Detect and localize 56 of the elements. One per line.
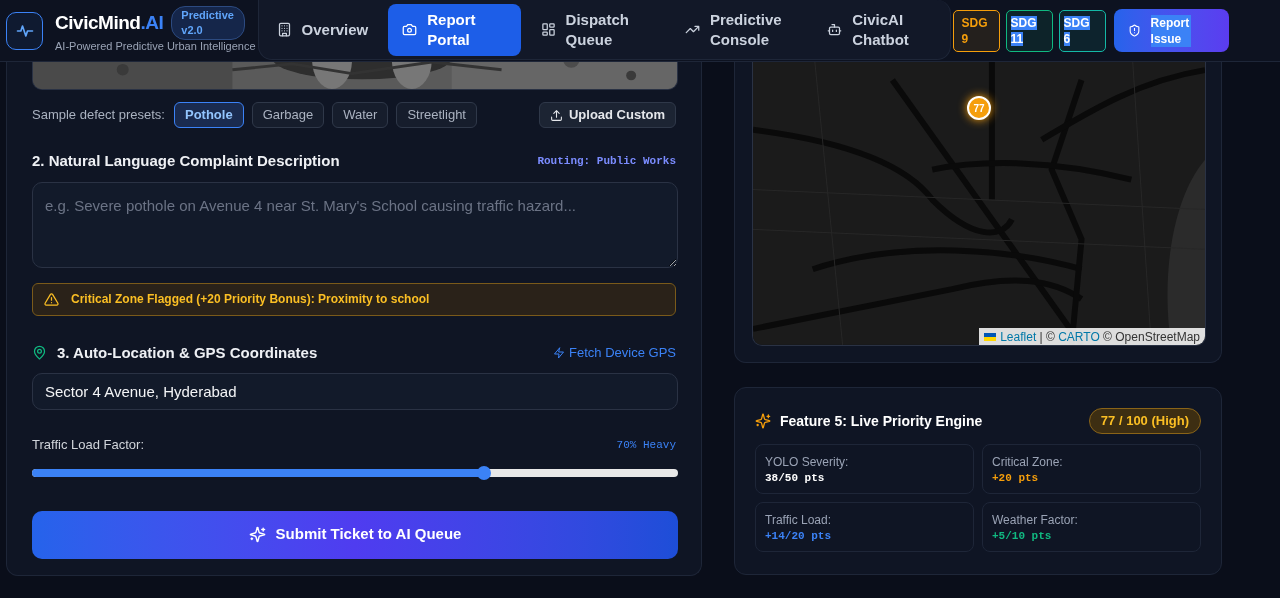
preset-chip[interactable]: Garbage — [251, 102, 325, 128]
sdg-badge: SDG 11 — [1005, 9, 1053, 52]
report-issue-button[interactable]: Report Issue — [1113, 9, 1229, 52]
routing-label: Routing: Public Works — [537, 154, 676, 169]
factor-value: +20 pts — [992, 471, 1040, 486]
slider-reading: 70% Heavy — [616, 437, 676, 453]
lightning-icon — [553, 346, 566, 359]
factor-label: YOLO Severity: — [765, 454, 850, 470]
attribution-text: | © — [1038, 328, 1056, 345]
alert-text: Critical Zone Flagged (+20 Priority Bonus): Proximity to school — [71, 291, 430, 308]
sparkles-icon — [755, 413, 771, 429]
slider-label: Traffic Load Factor: — [32, 436, 144, 454]
building-icon — [276, 22, 292, 37]
gps-link[interactable]: Fetch Device GPS — [553, 343, 676, 363]
nav-tab[interactable]: Predictive Console — [670, 3, 804, 56]
camera-icon — [402, 22, 418, 37]
presets-label: Sample defect presets: — [32, 106, 165, 125]
factor-label: Critical Zone: — [992, 454, 1064, 470]
nav-tab[interactable]: CivicAI Chatbot — [813, 3, 946, 56]
preset-chip[interactable]: Water — [332, 102, 389, 128]
description-field[interactable]: e.g. Severe pothole on Avenue 4 near St. Mary's School causing traffic hazard... — [32, 181, 678, 268]
factor-value: +5/10 pts — [992, 529, 1053, 544]
grid-icon — [540, 22, 556, 37]
card-title: Feature 5: Live Priority Engine — [780, 411, 983, 431]
sdg-badge: SDG 9 — [952, 9, 1000, 52]
factor-value: 38/50 pts — [765, 471, 826, 486]
slider-thumb[interactable] — [477, 465, 492, 480]
shield-icon — [1127, 24, 1141, 37]
flag-icon — [984, 332, 997, 341]
factor-label: Traffic Load: — [765, 512, 833, 528]
preset-chip[interactable]: Streetlight — [396, 102, 477, 128]
score-badge: 77 / 100 (High) — [1088, 408, 1201, 434]
version-badge: Predictive v2.0 — [171, 6, 246, 41]
nav-tab[interactable]: Report Portal — [388, 3, 521, 56]
submit-button[interactable]: Submit Ticket to AI Queue — [32, 510, 678, 559]
upload-button[interactable]: Upload Custom — [538, 102, 676, 128]
section-heading: 2. Natural Language Complaint Description — [32, 151, 340, 171]
preset-chip[interactable]: Pothole — [173, 102, 244, 128]
map-pin-icon — [32, 345, 47, 361]
sdg-badge: SDG 6 — [1058, 9, 1106, 52]
attribution-link[interactable]: Leaflet — [1000, 327, 1037, 345]
nav-tab[interactable]: Overview — [262, 3, 383, 56]
attribution-link[interactable]: CARTO — [1058, 327, 1100, 345]
attribution-text: © OpenStreetMap — [1102, 328, 1200, 345]
warning-icon — [44, 291, 59, 307]
nav-tab[interactable]: Dispatch Queue — [526, 3, 659, 56]
tagline: AI-Powered Predictive Urban Intelligence — [55, 39, 256, 55]
robot-icon — [827, 22, 843, 37]
upload-icon — [549, 108, 563, 122]
section-heading: 3. Auto-Location & GPS Coordinates — [57, 342, 318, 363]
factor-value: +14/20 pts — [765, 529, 832, 544]
location-field[interactable]: Sector 4 Avenue, Hyderabad — [32, 373, 678, 410]
factor-label: Weather Factor: — [992, 512, 1079, 528]
sparkles-icon — [248, 526, 266, 543]
brand-name: CivicMind.AI — [55, 11, 164, 35]
slider-track[interactable] — [32, 468, 678, 477]
